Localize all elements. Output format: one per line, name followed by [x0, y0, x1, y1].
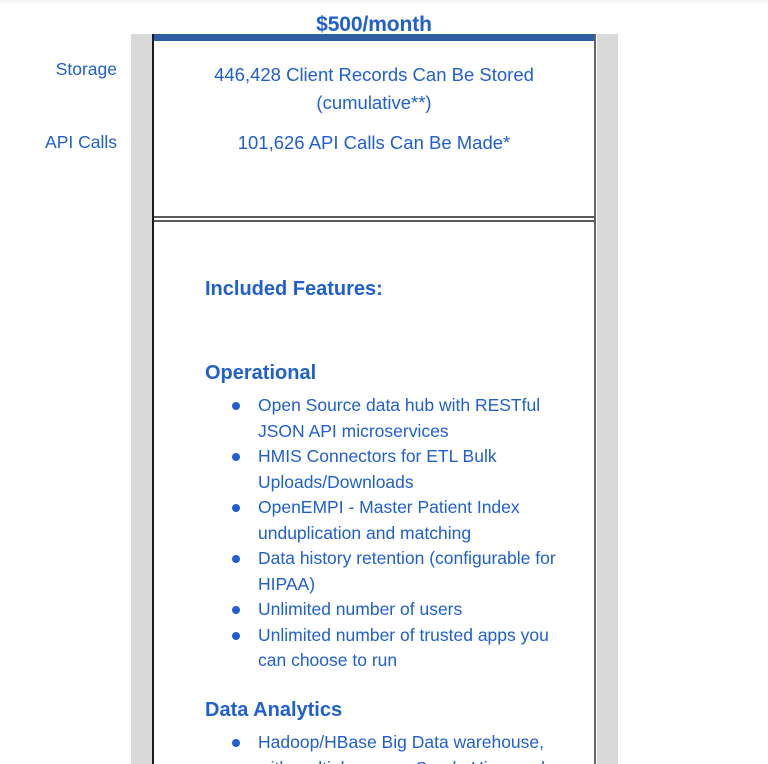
- feature-list-item: Hadoop/HBase Big Data warehouse, with mu…: [232, 730, 577, 764]
- feature-item-label: Data history retention (configurable for…: [258, 548, 556, 594]
- features-panel: Included Features: Operational Open Sourc…: [154, 224, 594, 764]
- quota-api-text: 101,626 API Calls Can Be Made*: [237, 132, 511, 153]
- feature-item-label: Unlimited number of users: [258, 599, 463, 619]
- feature-group-title: Data Analytics: [205, 699, 343, 721]
- feature-list-item: Data history retention (configurable for…: [232, 546, 577, 597]
- right-gutter-column: [597, 34, 618, 764]
- bullet-dot-icon: [232, 606, 240, 614]
- card-top-accent-bar: [154, 34, 594, 41]
- bullet-dot-icon: [232, 402, 240, 410]
- feature-list-item: Unlimited number of trusted apps you can…: [232, 623, 577, 674]
- quota-divider: [154, 220, 594, 222]
- bullet-dot-icon: [232, 631, 240, 640]
- plan-card: 446,428 Client Records Can Be Stored (cu…: [152, 34, 596, 764]
- bullet-dot-icon: [232, 555, 240, 563]
- row-label-api-calls: API Calls: [45, 132, 117, 152]
- feature-group: Data Analytics Hadoop/HBase Big Data ware…: [154, 694, 594, 764]
- pricing-tier-page: $500/month Storage API Calls 446,428 Cli…: [0, 0, 768, 764]
- feature-group: Operational Open Source data hub with RES…: [154, 357, 594, 674]
- quota-panel: 446,428 Client Records Can Be Stored (cu…: [154, 41, 594, 218]
- feature-list-item: OpenEMPI - Master Patient Index unduplic…: [232, 495, 577, 546]
- feature-group-title: Operational: [205, 362, 317, 384]
- bullet-dot-icon: [232, 504, 240, 512]
- feature-list-item: HMIS Connectors for ETL Bulk Uploads/Dow…: [232, 444, 577, 495]
- features-heading: Included Features:: [205, 278, 383, 300]
- feature-list-item: Unlimited number of users: [232, 597, 577, 623]
- feature-item-label: OpenEMPI - Master Patient Index unduplic…: [258, 497, 520, 543]
- bullet-dot-icon: [232, 453, 240, 461]
- left-gutter-column: [131, 34, 152, 764]
- feature-item-label: Hadoop/HBase Big Data warehouse, with mu…: [258, 732, 545, 764]
- row-label-storage: Storage: [55, 59, 117, 79]
- feature-item-label: Open Source data hub with RESTful JSON A…: [258, 395, 541, 441]
- feature-list: Open Source data hub with RESTful JSON A…: [154, 393, 594, 674]
- feature-item-label: Unlimited number of trusted apps you can…: [258, 624, 549, 671]
- feature-list-item: Open Source data hub with RESTful JSON A…: [232, 393, 577, 444]
- quota-storage-text: 446,428 Client Records Can Be Stored (cu…: [214, 64, 534, 113]
- top-edge-band: [0, 0, 768, 5]
- feature-item-label: HMIS Connectors for ETL Bulk Uploads/Dow…: [258, 446, 497, 492]
- feature-list: Hadoop/HBase Big Data warehouse, with mu…: [154, 730, 594, 764]
- bullet-dot-icon: [232, 739, 240, 747]
